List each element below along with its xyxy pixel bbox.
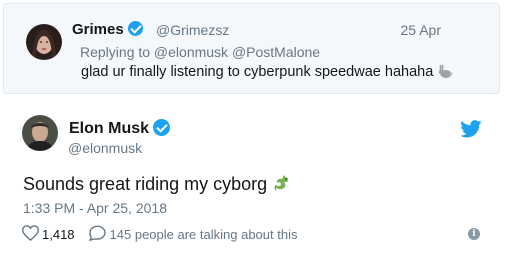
main-author-handle[interactable]: @elonmusk [68,140,142,156]
avatar-image [26,24,62,60]
engagement-bar: 1,418 145 people are talking about this [21,224,298,244]
reply-author-handle[interactable]: @Grimezsz [156,22,229,38]
reply-text: glad ur finally listening to cyberpunk s… [81,64,454,83]
replying-to-line: Replying to @elonmusk @PostMalone [80,44,321,60]
avatar-grimes[interactable] [26,24,62,60]
talking-about-count[interactable]: 145 people are talking about this [110,227,298,242]
heart-icon[interactable] [21,224,40,244]
reply-date[interactable]: 25 Apr [401,22,441,38]
quoted-reply-card[interactable]: Grimes @Grimezsz 25 Apr Replying to @elo… [3,3,500,94]
verified-badge-icon [153,119,171,136]
rabbit-icon [437,64,454,83]
tweet-text: Sounds great riding my cyborg [23,174,291,199]
dragon-icon [271,174,291,199]
tweet-text-content: Sounds great riding my cyborg [23,174,268,194]
avatar-image [22,115,58,151]
tweet-timestamp[interactable]: 1:33 PM - Apr 25, 2018 [23,200,167,216]
reply-author-name-text[interactable]: Grimes [72,21,124,38]
twitter-bird-icon[interactable] [460,120,482,143]
verified-badge-icon [127,21,143,36]
like-count[interactable]: 1,418 [42,227,75,242]
main-author-name[interactable]: Elon Musk [69,119,171,138]
reply-author-name[interactable]: Grimes [72,21,143,38]
info-icon[interactable]: i [468,228,480,240]
reply-text-content: glad ur finally listening to cyberpunk s… [81,64,434,80]
avatar-elon-musk[interactable] [22,115,58,151]
comment-icon[interactable] [88,225,106,244]
main-author-name-text[interactable]: Elon Musk [69,120,149,137]
